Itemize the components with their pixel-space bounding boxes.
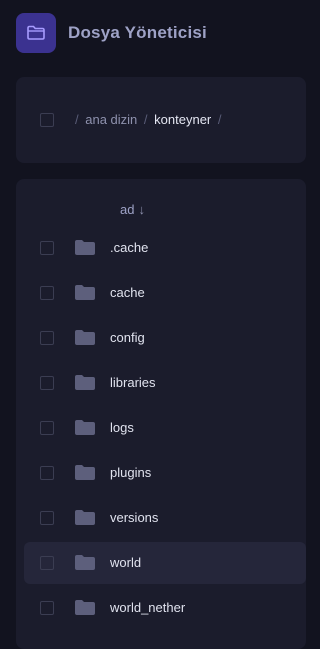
folder-icon [75,510,95,525]
column-header-name[interactable]: ad ↓ [120,202,145,217]
row-checkbox[interactable] [40,241,54,255]
file-name[interactable]: config [110,330,145,345]
breadcrumb-bar: / ana dizin / konteyner / [16,77,306,163]
breadcrumb-separator: / [143,112,148,127]
list-item[interactable]: config [24,317,306,359]
list-item[interactable]: versions [24,497,306,539]
folder-icon [75,330,95,345]
file-name[interactable]: versions [110,510,158,525]
row-checkbox[interactable] [40,601,54,615]
folder-outline-icon [27,25,45,40]
breadcrumb-separator: / [75,112,79,127]
column-header-label: ad [120,202,135,217]
select-all-checkbox[interactable] [40,113,54,127]
list-item[interactable]: world [24,542,306,584]
row-checkbox[interactable] [40,376,54,390]
folder-icon [75,555,95,570]
list-item[interactable]: libraries [24,362,306,404]
file-name[interactable]: logs [110,420,134,435]
folder-icon [75,465,95,480]
file-list: ad ↓ .cache cache config libraries logs plugin… [16,179,306,649]
list-item[interactable]: .cache [24,227,306,269]
file-name[interactable]: plugins [110,465,151,480]
list-item[interactable]: logs [24,407,306,449]
breadcrumb-item-current[interactable]: konteyner [154,112,211,127]
file-name[interactable]: world [110,555,141,570]
list-item[interactable]: world_nether [24,587,306,629]
breadcrumb: / ana dizin / konteyner / [72,112,225,127]
folder-icon [75,420,95,435]
row-checkbox[interactable] [40,421,54,435]
folder-icon [75,600,95,615]
row-checkbox[interactable] [40,511,54,525]
breadcrumb-separator: / [217,112,222,127]
folder-icon [75,240,95,255]
app-logo[interactable] [16,13,56,53]
breadcrumb-item-home[interactable]: ana dizin [85,112,137,127]
row-checkbox[interactable] [40,556,54,570]
file-name[interactable]: .cache [110,240,148,255]
sort-arrow-icon: ↓ [138,202,145,217]
app-header: Dosya Yöneticisi [0,0,293,66]
list-item[interactable]: plugins [24,452,306,494]
file-name[interactable]: libraries [110,375,156,390]
file-name[interactable]: world_nether [110,600,185,615]
row-checkbox[interactable] [40,466,54,480]
list-item[interactable]: cache [24,272,306,314]
app-title: Dosya Yöneticisi [68,23,207,42]
folder-icon [75,375,95,390]
row-checkbox[interactable] [40,331,54,345]
file-name[interactable]: cache [110,285,145,300]
row-checkbox[interactable] [40,286,54,300]
folder-icon [75,285,95,300]
